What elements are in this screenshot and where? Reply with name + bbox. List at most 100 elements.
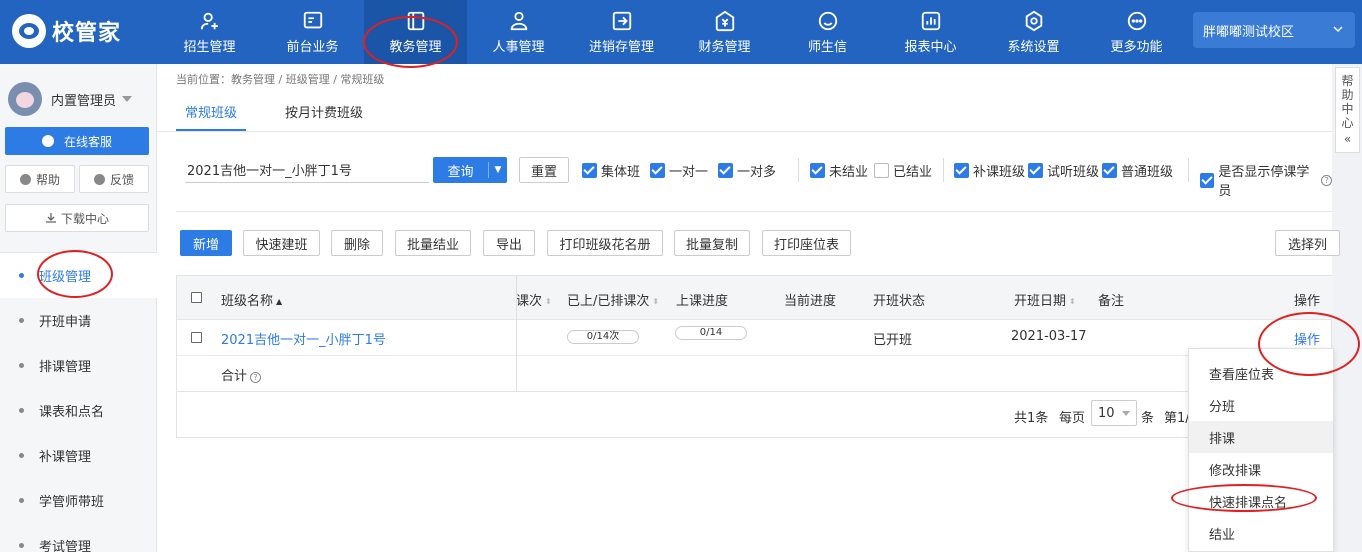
checkbox-label: 一对多 (737, 165, 777, 180)
nav-label: 师生信 (807, 39, 847, 55)
batch-graduate-button[interactable]: 批量结业 (395, 230, 471, 256)
row-action-button[interactable]: 操作 (1294, 329, 1320, 348)
checkbox-label: 未结业 (829, 165, 869, 180)
quick-create-button[interactable]: 快速建班 (243, 230, 320, 256)
nav-item-hr[interactable]: 人事管理 (467, 0, 570, 64)
report-icon (921, 11, 940, 30)
header-progress: 上课进度 (676, 294, 729, 309)
export-button[interactable]: 导出 (483, 230, 535, 256)
sidebar-item-label: 排课管理 (39, 360, 92, 375)
sidebar-item-scheduling[interactable]: 排课管理 (0, 343, 157, 388)
book-icon (407, 11, 424, 30)
page-size-select[interactable]: 10 (1091, 400, 1137, 426)
bullet (19, 498, 24, 503)
header-note: 备注 (1098, 294, 1125, 309)
nav-label: 招生管理 (183, 39, 236, 55)
sidebar-item-tutor-class[interactable]: 学管师带班 (0, 478, 157, 523)
chat-icon (818, 11, 837, 30)
nav-item-settings[interactable]: 系统设置 (982, 0, 1085, 64)
header-start-date[interactable]: 开班日期 ⬍ (1014, 290, 1076, 309)
header-lessons[interactable]: 课次 ⬍ (516, 290, 552, 309)
query-label: 查询 (447, 164, 474, 180)
class-name-link[interactable]: 2021吉他一对一_小胖丁1号 (221, 329, 386, 348)
nav-item-academic[interactable]: 教务管理 (364, 0, 467, 64)
sort-asc-icon: ▲ (276, 297, 283, 306)
row-checkbox[interactable] (191, 332, 202, 343)
nav-item-more[interactable]: 更多功能 (1085, 0, 1188, 64)
menu-item-quick-schedule-rollcall[interactable]: 快速排课点名 (1189, 485, 1333, 517)
checkbox-one-to-one[interactable] (650, 163, 666, 178)
checkbox-trial-class[interactable] (1028, 163, 1044, 178)
sidebar-item-label: 考试管理 (39, 540, 92, 552)
checkbox-graduated[interactable] (874, 163, 890, 178)
help-center-tab[interactable]: 帮助中心 « (1335, 67, 1360, 153)
page-size-value: 10 (1098, 405, 1115, 421)
nav-item-reports[interactable]: 报表中心 (879, 0, 982, 64)
search-input[interactable] (185, 157, 429, 183)
print-roster-button[interactable]: 打印班级花名册 (547, 230, 663, 256)
nav-item-front-desk[interactable]: 前台业务 (261, 0, 364, 64)
nav-item-messages[interactable]: 师生信 (776, 0, 879, 64)
table-total-row: 合计? (177, 356, 1333, 392)
tab-monthly-class[interactable]: 按月计费班级 (276, 94, 372, 131)
sidebar: 内置管理员 在线客服 帮助 反馈 下载中心 班级管理 开班申请 排课管理 课表和… (0, 64, 157, 552)
print-seats-button[interactable]: 打印座位表 (762, 230, 851, 256)
done-scheduled-badge: 0/14次 (567, 330, 639, 344)
app-logo[interactable]: 校管家 (12, 14, 121, 48)
user-menu[interactable]: 内置管理员 (8, 82, 133, 116)
checkbox-normal-class[interactable] (1102, 163, 1118, 178)
menu-item-graduate[interactable]: 结业 (1189, 517, 1333, 549)
menu-item-view-seats[interactable]: 查看座位表 (1189, 357, 1333, 389)
header-status: 开班状态 (873, 294, 926, 309)
header-class-name[interactable]: 班级名称 ▲ (221, 290, 282, 309)
chevron-down-icon[interactable]: ▼ (489, 165, 507, 175)
checkbox-label: 集体班 (601, 165, 641, 180)
sidebar-item-label: 学管师带班 (39, 495, 105, 510)
checkbox-group-class[interactable] (582, 163, 597, 178)
sidebar-item-timetable[interactable]: 课表和点名 (0, 388, 157, 433)
select-all-checkbox[interactable] (191, 292, 202, 303)
nav-item-inventory[interactable]: 进销存管理 (570, 0, 673, 64)
nav-label: 财务管理 (698, 39, 751, 55)
checkbox-one-to-many[interactable] (718, 163, 734, 178)
question-icon[interactable]: ? (250, 372, 262, 383)
sidebar-item-class-management[interactable]: 班级管理 (0, 253, 157, 298)
breadcrumb: 当前位置：教务管理 / 班级管理 / 常规班级 (176, 73, 385, 86)
menu-item-schedule[interactable]: 排课 (1189, 421, 1333, 453)
tab-regular-class[interactable]: 常规班级 (176, 94, 247, 131)
sidebar-item-exams[interactable]: 考试管理 (0, 523, 157, 552)
question-icon[interactable]: ? (1321, 174, 1332, 186)
inventory-icon (612, 11, 631, 30)
checkbox-label: 一对一 (669, 165, 709, 180)
reset-button[interactable]: 重置 (519, 157, 569, 183)
sidebar-item-class-application[interactable]: 开班申请 (0, 298, 157, 343)
header-label: 已上/已排课次 (567, 294, 650, 309)
nav-item-finance[interactable]: 财务管理 (673, 0, 776, 64)
checkbox-not-graduated[interactable] (810, 163, 825, 178)
header-done-scheduled[interactable]: 已上/已排课次 ⬍ (567, 290, 659, 309)
menu-item-edit-schedule[interactable]: 修改排课 (1189, 453, 1333, 485)
select-columns-button[interactable]: 选择列 (1275, 230, 1340, 256)
delete-button[interactable]: 删除 (331, 230, 383, 256)
checkbox-makeup-class[interactable] (954, 163, 969, 178)
batch-copy-button[interactable]: 批量复制 (674, 230, 750, 256)
nav-item-enrollment[interactable]: 招生管理 (158, 0, 261, 64)
nav-label: 人事管理 (492, 39, 545, 55)
help-label: 帮助 (35, 172, 60, 187)
checkbox-show-suspended[interactable] (1200, 172, 1215, 188)
help-button[interactable]: 帮助 (5, 165, 75, 193)
online-service-button[interactable]: 在线客服 (5, 127, 149, 155)
filter-group-status: 未结业 已结业 (810, 161, 932, 180)
feedback-button[interactable]: 反馈 (79, 165, 149, 193)
query-button[interactable]: 查询 ▼ (433, 157, 507, 183)
sidebar-item-makeup[interactable]: 补课管理 (0, 433, 157, 478)
total-label: 合计? (221, 365, 262, 384)
menu-item-assign-class[interactable]: 分班 (1189, 389, 1333, 421)
logo-text: 校管家 (52, 21, 122, 46)
new-button[interactable]: 新增 (180, 230, 232, 256)
filter-divider (176, 211, 1332, 212)
checkbox-label: 已结业 (893, 165, 933, 180)
table-row: 2021吉他一对一_小胖丁1号 0/14次 0/14 已开班 2021-03-1… (177, 320, 1333, 356)
download-center-button[interactable]: 下载中心 (5, 204, 149, 232)
campus-selector[interactable]: 胖嘟嘟测试校区 (1193, 12, 1355, 48)
